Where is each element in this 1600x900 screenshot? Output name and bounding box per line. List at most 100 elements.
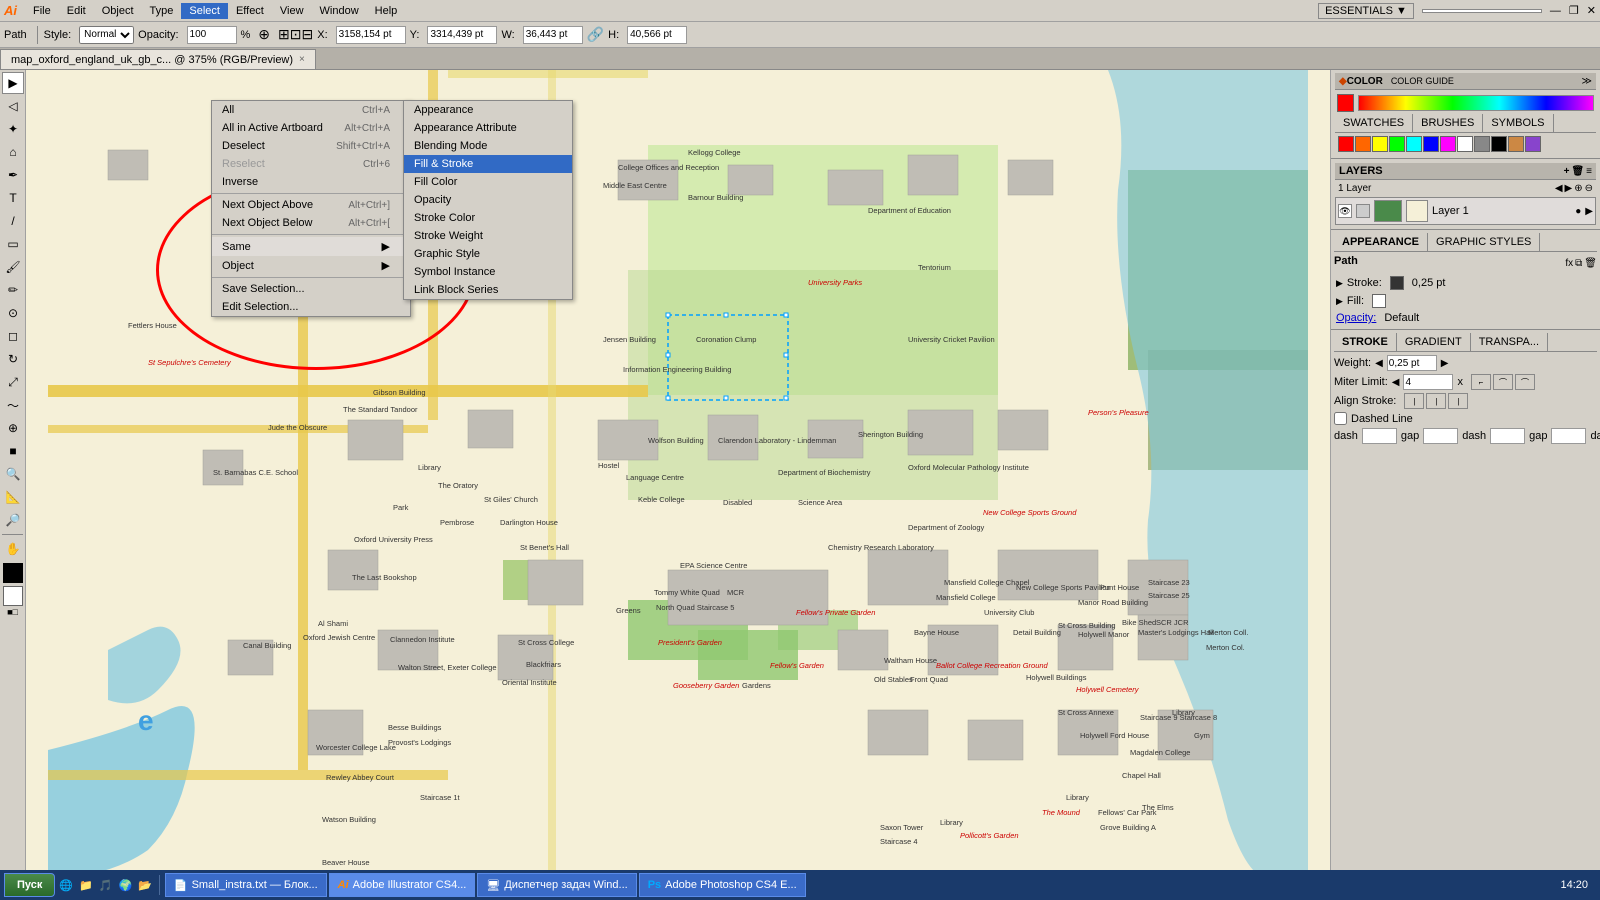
- style-select[interactable]: Normal: [79, 26, 134, 44]
- layer-row-1[interactable]: 👁 Layer 1 ● ▶: [1335, 197, 1596, 225]
- canvas-area[interactable]: e Kellogg College College Offices and Re…: [26, 70, 1330, 878]
- swatch-brown[interactable]: [1508, 136, 1524, 152]
- sub-opacity[interactable]: Opacity: [404, 191, 572, 209]
- menu-help[interactable]: Help: [367, 3, 406, 19]
- sub-stroke-weight[interactable]: Stroke Weight: [404, 227, 572, 245]
- menu-type[interactable]: Type: [142, 3, 182, 19]
- menu-same[interactable]: Same ▶: [212, 237, 410, 256]
- window-minimize[interactable]: —: [1550, 5, 1561, 17]
- menu-save-selection[interactable]: Save Selection...: [212, 280, 410, 298]
- taskbar-app-illustrator[interactable]: Ai Adobe Illustrator CS4...: [329, 873, 476, 897]
- menu-reselect[interactable]: Reselect Ctrl+6: [212, 155, 410, 173]
- window-close[interactable]: ✕: [1587, 4, 1596, 17]
- stroke-color-swatch[interactable]: [1390, 276, 1404, 290]
- pen-tool[interactable]: ✒: [2, 164, 24, 186]
- symbols-tab[interactable]: SYMBOLS: [1483, 114, 1553, 132]
- opacity-input[interactable]: [187, 26, 237, 44]
- layer-visibility-toggle[interactable]: 👁: [1338, 204, 1352, 218]
- swatch-gray[interactable]: [1474, 136, 1490, 152]
- quicklaunch-extra[interactable]: 📂: [136, 873, 154, 897]
- rotate-tool[interactable]: ↻: [2, 348, 24, 370]
- dash-input-2[interactable]: [1490, 428, 1525, 444]
- opacity-more[interactable]: ⊕: [258, 26, 270, 43]
- menu-next-above[interactable]: Next Object Above Alt+Ctrl+]: [212, 196, 410, 214]
- layer-expand[interactable]: ▶: [1585, 206, 1593, 217]
- layers-delete-btn[interactable]: 🗑: [1571, 166, 1584, 177]
- layer-lock-toggle[interactable]: [1356, 204, 1370, 218]
- quicklaunch-chrome[interactable]: 🌍: [116, 873, 134, 897]
- zoom-tool[interactable]: 🔎: [2, 509, 24, 531]
- swatch-blue[interactable]: [1423, 136, 1439, 152]
- taskbar-app-notepad[interactable]: 📄 Small_instra.txt — Блок...: [165, 873, 327, 897]
- miter-join-btn[interactable]: ⌐: [1471, 374, 1491, 390]
- stroke-swatch[interactable]: [3, 586, 23, 606]
- measure-tool[interactable]: 📐: [2, 486, 24, 508]
- layers-nav-add[interactable]: ⊕: [1574, 183, 1582, 194]
- align-icons[interactable]: ⊞⊡⊟: [278, 26, 313, 43]
- paintbrush-tool[interactable]: 🖌: [2, 256, 24, 278]
- w-input[interactable]: [523, 26, 583, 44]
- layers-nav-right[interactable]: ▶: [1565, 183, 1573, 194]
- tab-close-btn[interactable]: ×: [299, 54, 305, 65]
- menu-all[interactable]: All Ctrl+A: [212, 101, 410, 119]
- weight-decrease[interactable]: ◀: [1375, 358, 1383, 369]
- magic-wand-tool[interactable]: ✦: [2, 118, 24, 140]
- taskbar-app-photoshop[interactable]: Ps Adobe Photoshop CS4 E...: [639, 873, 806, 897]
- weight-increase[interactable]: ▶: [1441, 358, 1449, 369]
- select-tool[interactable]: ▶: [2, 72, 24, 94]
- miter-decrease[interactable]: ◀: [1392, 377, 1400, 388]
- sub-fill-color[interactable]: Fill Color: [404, 173, 572, 191]
- rect-tool[interactable]: ▭: [2, 233, 24, 255]
- swatches-tab[interactable]: SWATCHES: [1335, 114, 1413, 132]
- menu-edit[interactable]: Edit: [59, 3, 94, 19]
- essentials-dropdown[interactable]: ESSENTIALS ▼: [1318, 3, 1414, 19]
- align-inside-btn[interactable]: |: [1426, 393, 1446, 409]
- color-panel-expand[interactable]: ≫: [1582, 76, 1592, 87]
- menu-window[interactable]: Window: [312, 3, 367, 19]
- sub-stroke-color[interactable]: Stroke Color: [404, 209, 572, 227]
- align-outside-btn[interactable]: |: [1448, 393, 1468, 409]
- menu-effect[interactable]: Effect: [228, 3, 272, 19]
- menu-all-active-artboard[interactable]: All in Active Artboard Alt+Ctrl+A: [212, 119, 410, 137]
- swatch-red[interactable]: [1338, 136, 1354, 152]
- appearance-delete[interactable]: 🗑: [1584, 258, 1597, 269]
- sub-appearance-attr[interactable]: Appearance Attribute: [404, 119, 572, 137]
- pencil-tool[interactable]: ✏: [2, 279, 24, 301]
- layers-add-btn[interactable]: +: [1564, 166, 1570, 177]
- dashed-checkbox[interactable]: [1334, 412, 1347, 425]
- sub-graphic-style[interactable]: Graphic Style: [404, 245, 572, 263]
- sub-fill-stroke[interactable]: Fill & Stroke: [404, 155, 572, 173]
- graphic-styles-tab[interactable]: GRAPHIC STYLES: [1428, 233, 1540, 251]
- lasso-tool[interactable]: ⌂: [2, 141, 24, 163]
- round-join-btn[interactable]: ⌒: [1493, 374, 1513, 390]
- layers-menu-btn[interactable]: ≡: [1586, 166, 1592, 177]
- shape-builder-tool[interactable]: ⊕: [2, 417, 24, 439]
- menu-file[interactable]: File: [25, 3, 59, 19]
- direct-select-tool[interactable]: ◁: [2, 95, 24, 117]
- sub-symbol-instance[interactable]: Symbol Instance: [404, 263, 572, 281]
- type-tool[interactable]: T: [2, 187, 24, 209]
- hand-tool[interactable]: ✋: [2, 538, 24, 560]
- menu-object[interactable]: Object ▶: [212, 256, 410, 275]
- transparency-tab[interactable]: TRANSPA...: [1471, 333, 1548, 351]
- swatch-white[interactable]: [1457, 136, 1473, 152]
- h-input[interactable]: [627, 26, 687, 44]
- search-input-header[interactable]: [1422, 9, 1542, 13]
- bevel-join-btn[interactable]: ⌒: [1515, 374, 1535, 390]
- eyedropper-tool[interactable]: 🔍: [2, 463, 24, 485]
- blob-tool[interactable]: ⊙: [2, 302, 24, 324]
- miter-input[interactable]: [1403, 374, 1453, 390]
- swatch-green[interactable]: [1389, 136, 1405, 152]
- appearance-tab[interactable]: APPEARANCE: [1334, 233, 1428, 251]
- sub-blending-mode[interactable]: Blending Mode: [404, 137, 572, 155]
- menu-select[interactable]: Select: [181, 3, 228, 19]
- sub-link-block[interactable]: Link Block Series: [404, 281, 572, 299]
- quicklaunch-folder[interactable]: 📁: [77, 873, 95, 897]
- menu-deselect[interactable]: Deselect Shift+Ctrl+A: [212, 137, 410, 155]
- quicklaunch-media[interactable]: 🎵: [97, 873, 115, 897]
- layers-nav-left[interactable]: ◀: [1555, 183, 1563, 194]
- stroke-tab[interactable]: STROKE: [1334, 333, 1397, 351]
- menu-inverse[interactable]: Inverse: [212, 173, 410, 191]
- color-fill-swatch[interactable]: [1337, 94, 1354, 112]
- appearance-add-effect[interactable]: fx: [1565, 258, 1573, 269]
